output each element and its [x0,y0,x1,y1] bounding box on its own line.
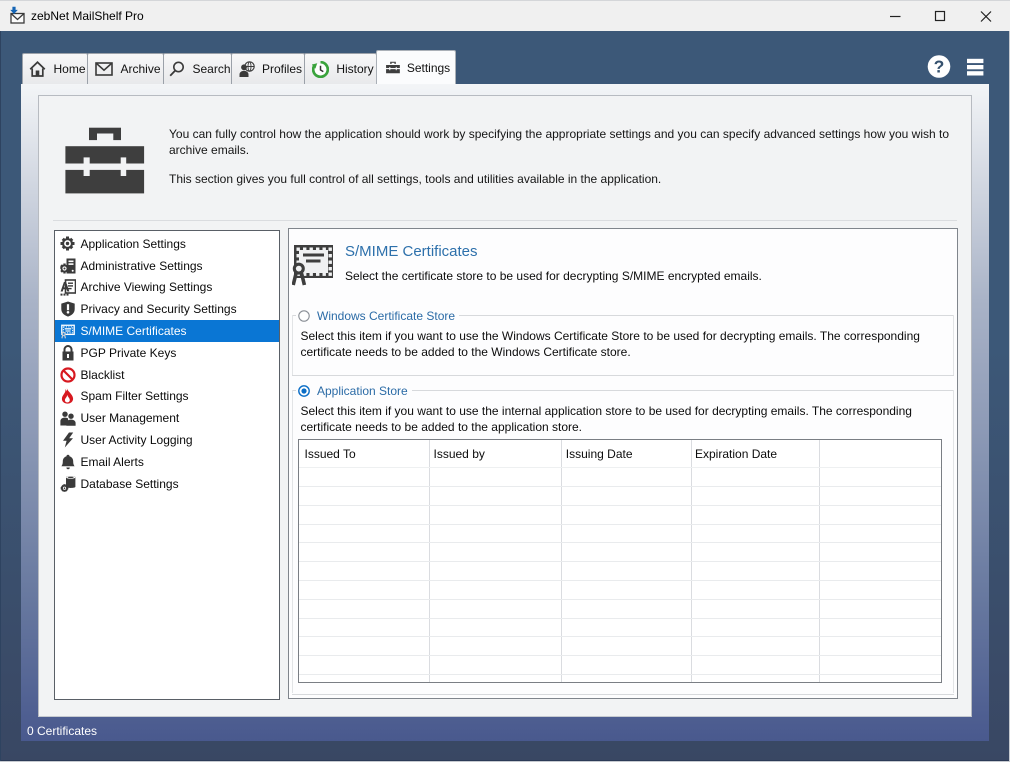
svg-text:?: ? [934,56,945,76]
